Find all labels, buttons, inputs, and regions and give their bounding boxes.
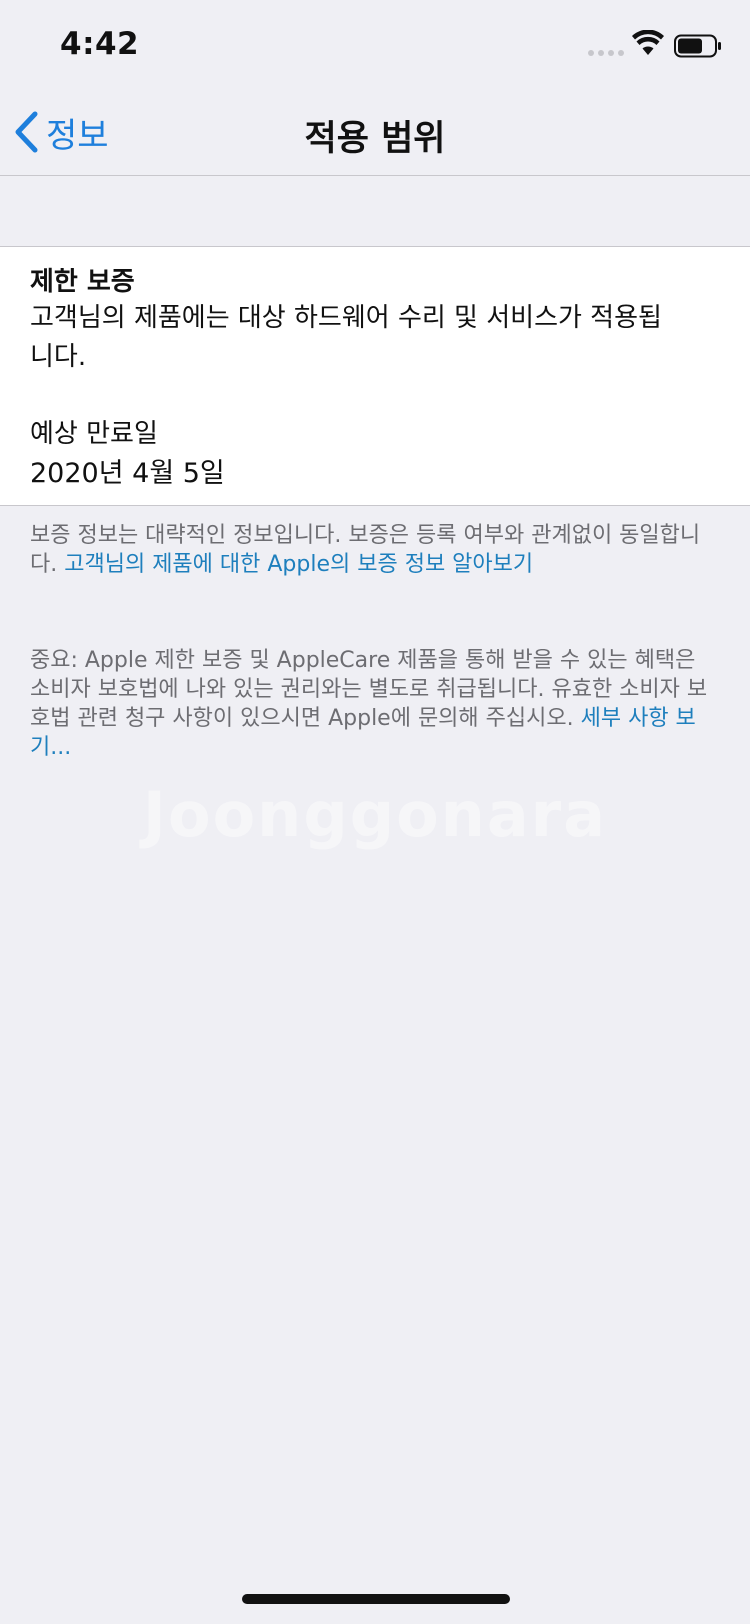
expiry-label: 예상 만료일 bbox=[30, 419, 158, 449]
watermark: Joonggonara bbox=[142, 778, 608, 851]
wifi-icon bbox=[632, 30, 664, 55]
warranty-card: 제한 보증 고객님의 제품에는 대상 하드웨어 수리 및 서비스가 적용됩니다.… bbox=[0, 246, 750, 506]
cellular-signal-icon bbox=[588, 50, 624, 58]
page-title: 적용 범위 bbox=[304, 119, 446, 159]
important-notice-footer: 중요: Apple 제한 보증 및 AppleCare 제품을 통해 받을 수 … bbox=[30, 646, 720, 762]
learn-warranty-link[interactable]: 고객님의 제품에 대한 Apple의 보증 정보 알아보기 bbox=[64, 552, 533, 577]
home-indicator[interactable] bbox=[242, 1594, 510, 1604]
warranty-info-footer: 보증 정보는 대략적인 정보입니다. 보증은 등록 여부와 관계없이 동일합니다… bbox=[30, 521, 720, 579]
navigation-bar: 정보 적용 범위 bbox=[0, 88, 750, 176]
warranty-title: 제한 보증 bbox=[30, 267, 135, 297]
battery-icon bbox=[674, 34, 721, 58]
warranty-description: 고객님의 제품에는 대상 하드웨어 수리 및 서비스가 적용됩니다. bbox=[30, 303, 662, 372]
status-bar: 4:42 bbox=[0, 0, 750, 88]
expiry-date: 2020년 4월 5일 bbox=[30, 458, 225, 489]
status-time: 4:42 bbox=[60, 26, 140, 62]
